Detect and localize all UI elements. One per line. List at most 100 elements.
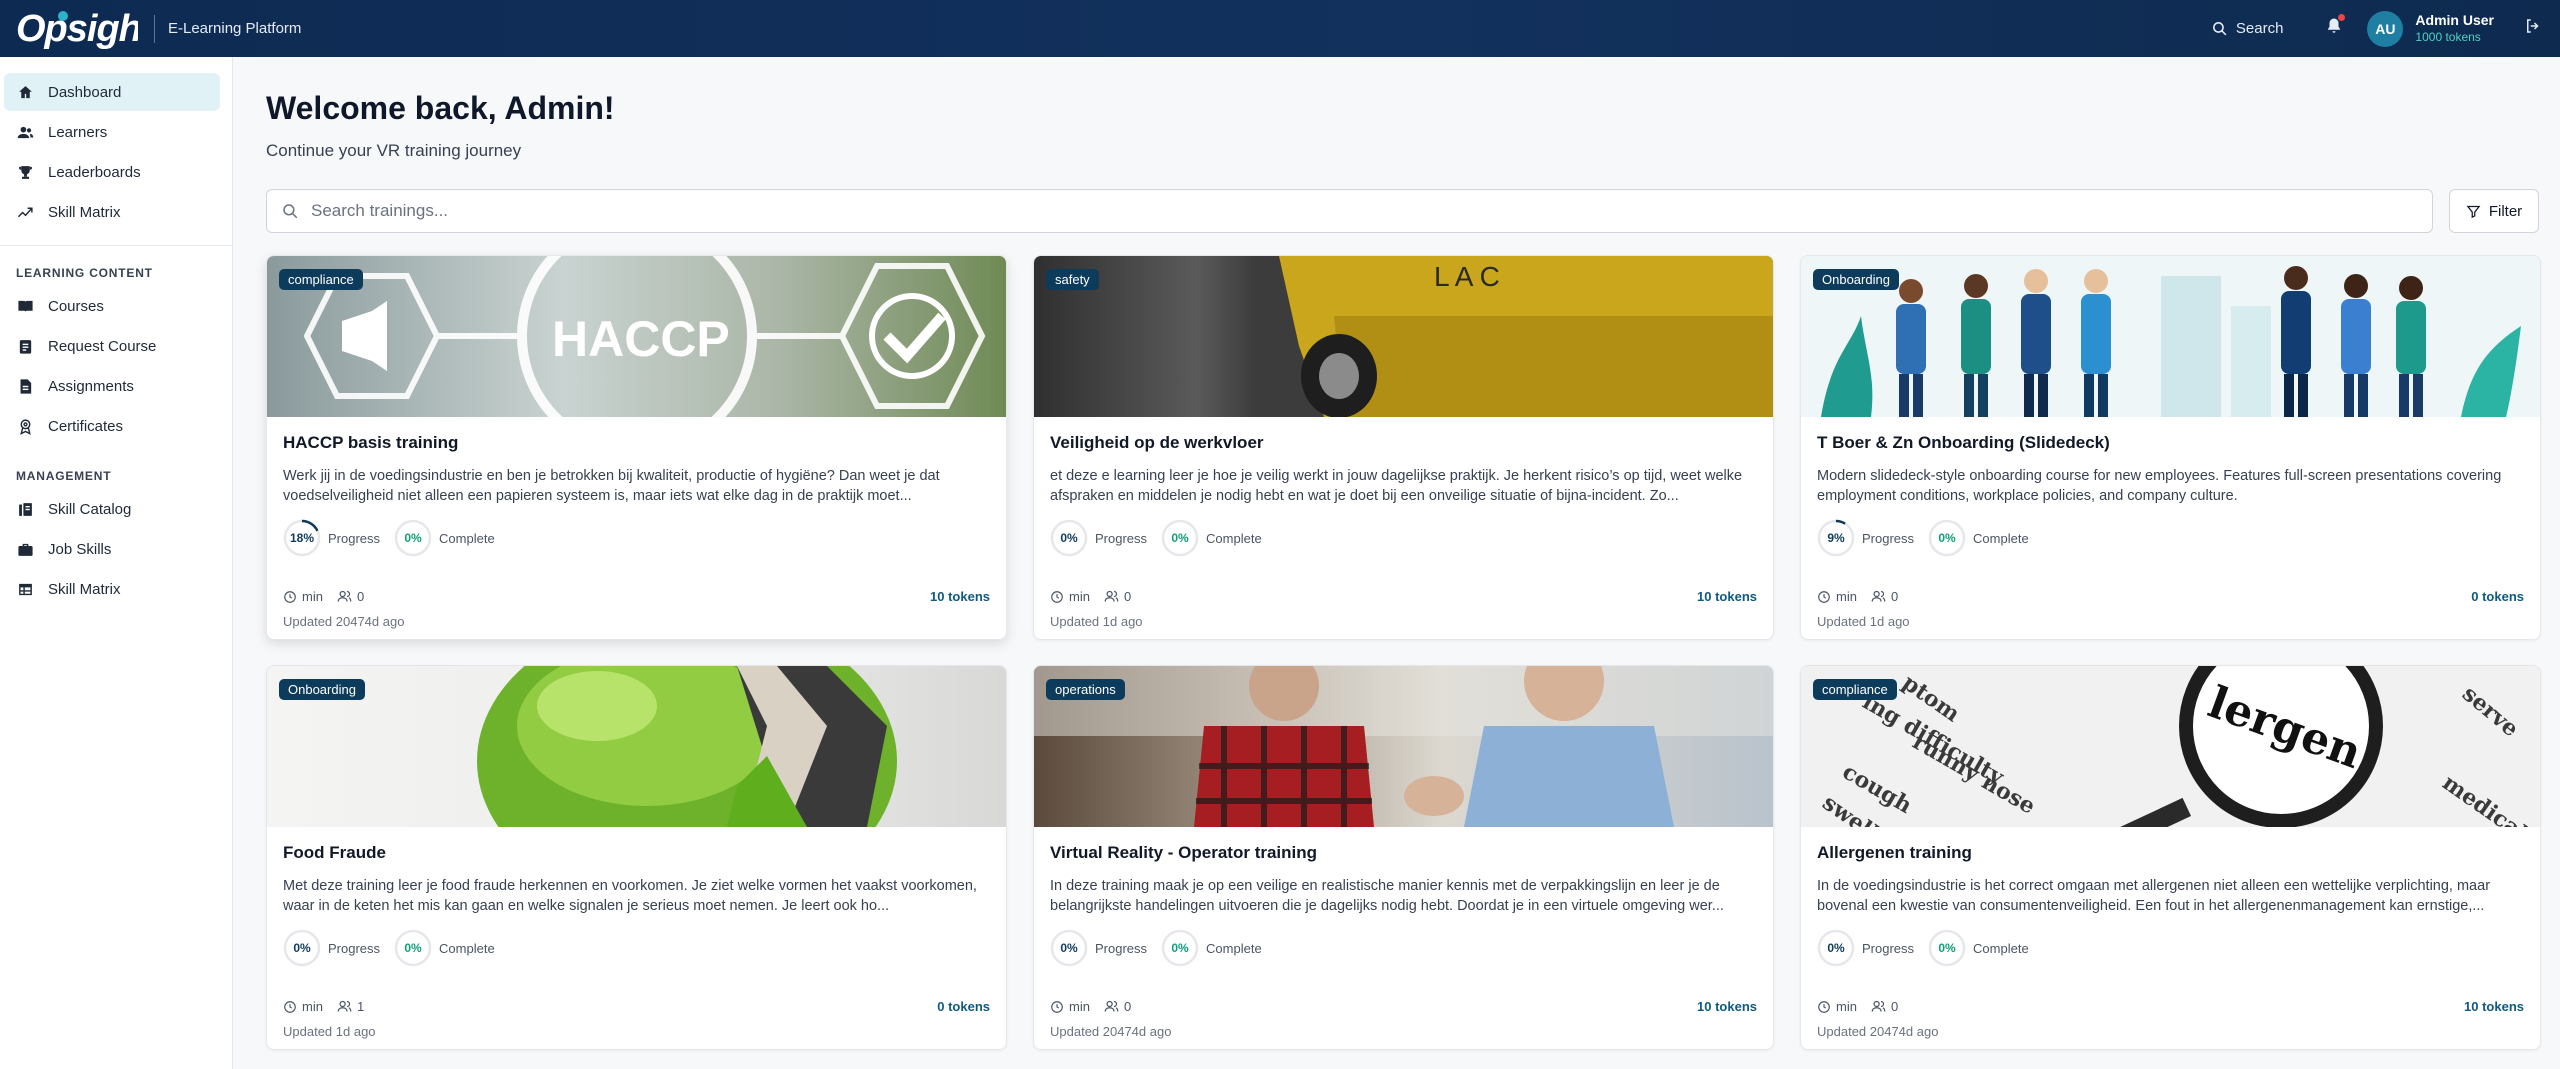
training-title: Food Fraude (283, 843, 386, 862)
complete-ring: 0% (1928, 519, 1966, 557)
token-cost: 10 tokens (1697, 589, 1757, 604)
svg-text:runny nose: runny nose (1908, 729, 2040, 820)
users-icon (337, 590, 352, 602)
training-card[interactable]: Onboarding T Boer & Zn Onboarding (Slide… (1800, 255, 2541, 640)
logo-divider (154, 14, 155, 43)
search-icon (2212, 22, 2227, 36)
category-badge: Onboarding (1813, 269, 1899, 290)
sidebar-item-job-skills[interactable]: Job Skills (4, 530, 220, 568)
complete-ring: 0% (394, 929, 432, 967)
library-icon (18, 502, 32, 516)
trend-icon (17, 207, 33, 217)
enrolled-count: 0 (337, 589, 364, 604)
user-menu[interactable]: Admin User 1000 tokens (2415, 12, 2494, 46)
updated-time: Updated 20474d ago (1050, 1024, 1172, 1039)
training-search[interactable] (266, 189, 2433, 233)
complete-ring: 0% (394, 519, 432, 557)
sidebar-item-learners[interactable]: Learners (4, 113, 220, 151)
sidebar: Dashboard Learners Leaderboards Skill Ma… (0, 57, 233, 1069)
home-icon (18, 85, 32, 98)
clock-icon (1818, 590, 1830, 603)
training-description: Werk jij in de voedingsindustrie en ben … (283, 468, 940, 504)
svg-text:medical: medical (2438, 770, 2532, 827)
users-icon (337, 1000, 352, 1012)
team-illustration (1821, 266, 2521, 417)
haccp-graphic: HACCP (303, 256, 986, 417)
training-thumbnail: L A C safety (1034, 256, 1773, 417)
sidebar-item-label: Skill Matrix (48, 203, 121, 221)
training-card[interactable]: Onboarding Food Fraude Met deze training… (266, 665, 1007, 1050)
logo[interactable]: Opsight (16, 0, 138, 57)
svg-text:HACCP: HACCP (552, 311, 730, 367)
sidebar-item-skill-matrix[interactable]: Skill Matrix (4, 193, 220, 231)
enrolled-count: 0 (1871, 999, 1898, 1014)
progress-label: Progress (1095, 530, 1148, 546)
briefcase-icon (17, 543, 33, 556)
opsight-logo: Opsight (16, 8, 138, 50)
notifications-button[interactable] (2325, 14, 2346, 40)
complete-ring: 0% (1161, 929, 1199, 967)
logout-button[interactable] (2524, 17, 2542, 40)
updated-time: Updated 1d ago (283, 1024, 376, 1039)
sidebar-item-skill-matrix-table[interactable]: Skill Matrix (4, 570, 220, 608)
training-description: et deze e learning leer je hoe je veilig… (1050, 468, 1743, 504)
complete-ring: 0% (1928, 929, 1966, 967)
sidebar-item-assignments[interactable]: Assignments (4, 367, 220, 405)
token-cost: 0 tokens (937, 999, 990, 1014)
award-icon (19, 418, 31, 435)
updated-time: Updated 1d ago (1050, 614, 1143, 629)
filter-icon (2466, 205, 2481, 218)
training-card[interactable]: operations Virtual Reality - Operator tr… (1033, 665, 1774, 1050)
progress-label: Progress (1862, 940, 1915, 956)
header-search-button[interactable]: Search (2211, 20, 2284, 37)
training-thumbnail: operations (1034, 666, 1773, 827)
training-card[interactable]: HACCP compliance HACCP basis training We… (266, 255, 1007, 640)
updated-time: Updated 20474d ago (283, 614, 405, 629)
training-thumbnail: HACCP compliance (267, 256, 1006, 417)
progress-label: Progress (1862, 530, 1915, 546)
category-badge: safety (1046, 269, 1099, 290)
duration: min (1050, 589, 1090, 604)
training-title: Veiligheid op de werkvloer (1050, 433, 1264, 452)
clock-icon (284, 1000, 296, 1013)
progress-ring: 0% (1050, 519, 1088, 557)
clipboard-icon (19, 339, 31, 354)
sidebar-item-dashboard[interactable]: Dashboard (4, 73, 220, 111)
sidebar-item-certificates[interactable]: Certificates (4, 407, 220, 445)
search-icon (283, 204, 298, 219)
sidebar-item-label: Job Skills (48, 540, 112, 558)
enrolled-count: 1 (337, 999, 364, 1014)
training-search-input[interactable] (311, 201, 2211, 221)
platform-name: E-Learning Platform (168, 20, 302, 37)
sidebar-item-label: Request Course (48, 337, 157, 355)
sidebar-item-courses[interactable]: Courses (4, 287, 220, 325)
trophy-icon (18, 165, 32, 179)
training-card[interactable]: L A C safety Veiligheid op de werkvloer … (1033, 255, 1774, 640)
filter-label: Filter (2488, 202, 2523, 220)
enrolled-count: 0 (1871, 589, 1898, 604)
sidebar-item-leaderboards[interactable]: Leaderboards (4, 153, 220, 191)
updated-time: Updated 1d ago (1817, 614, 1910, 629)
progress-ring: 0% (1817, 929, 1855, 967)
sidebar-item-label: Skill Catalog (48, 500, 132, 518)
duration: min (283, 999, 323, 1014)
filter-button[interactable]: Filter (2449, 189, 2539, 233)
complete-label: Complete (1973, 940, 2029, 956)
logout-icon (2527, 19, 2539, 33)
sidebar-item-label: Leaderboards (48, 163, 141, 181)
sidebar-item-request-course[interactable]: Request Course (4, 327, 220, 365)
apple-graphic (477, 666, 897, 827)
sidebar-divider (0, 245, 232, 246)
svg-text:L A C: L A C (1434, 261, 1500, 292)
header-search-label: Search (2235, 20, 2284, 37)
training-card[interactable]: ing difficulty ptom cough swelling runny… (1800, 665, 2541, 1050)
token-cost: 10 tokens (2464, 999, 2524, 1014)
training-thumbnail: Onboarding (267, 666, 1006, 827)
table-icon (18, 583, 32, 595)
top-bar: Opsight E-Learning Platform Search AU Ad… (0, 0, 2560, 57)
sidebar-item-skill-catalog[interactable]: Skill Catalog (4, 490, 220, 528)
training-description: In deze training maak je op een veilige … (1050, 878, 1724, 914)
token-cost: 10 tokens (930, 589, 990, 604)
progress-ring: 18% (283, 519, 321, 557)
avatar[interactable]: AU (2367, 10, 2404, 47)
